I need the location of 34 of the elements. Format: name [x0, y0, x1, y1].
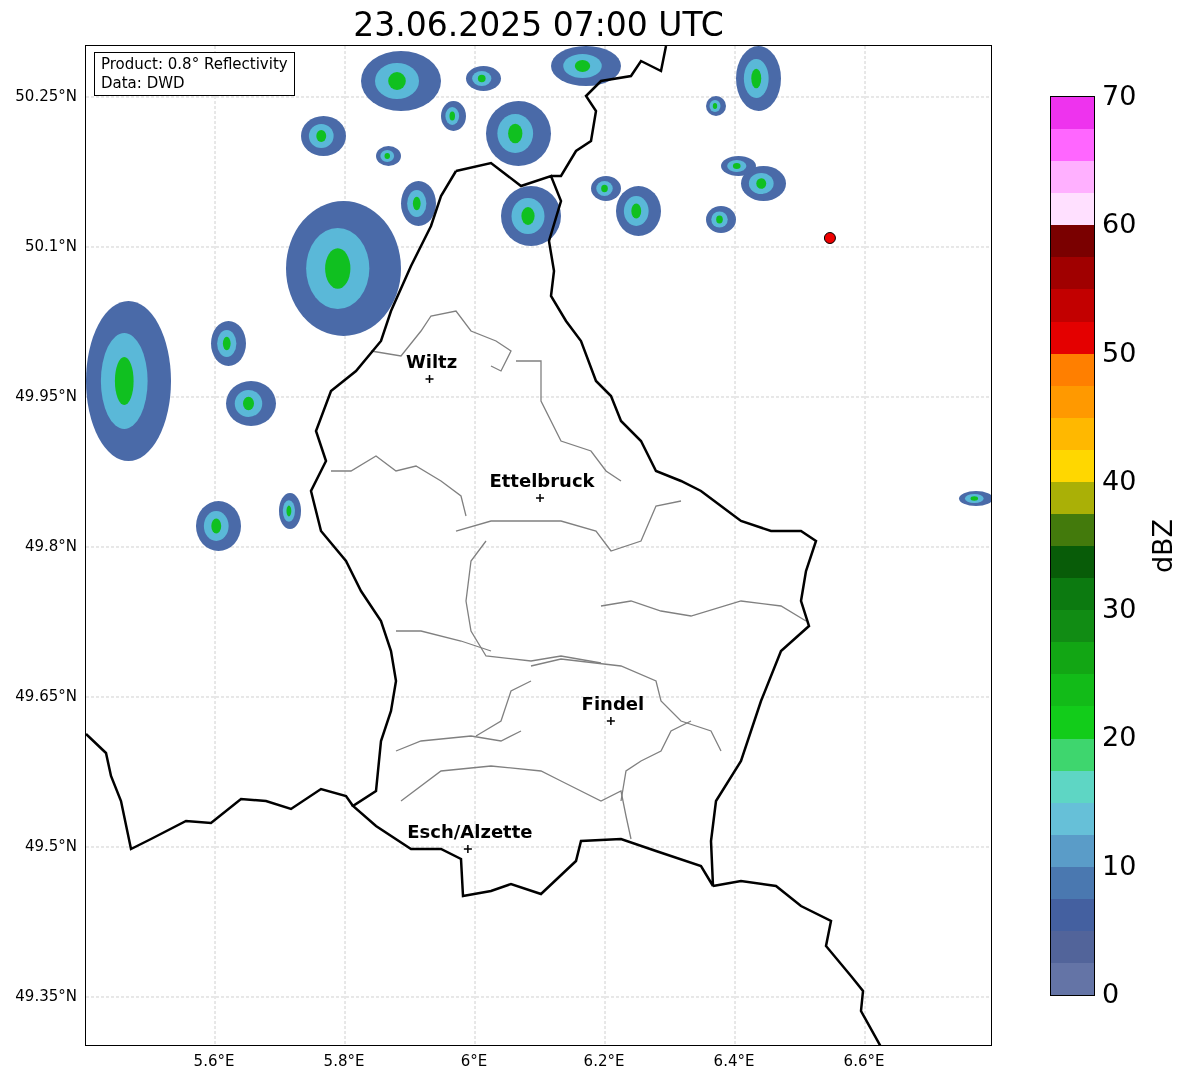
colorbar-tick-label: 40 [1102, 465, 1137, 496]
longitude-label: 5.8°E [323, 1052, 365, 1070]
colorbar-tick-label: 70 [1102, 81, 1137, 111]
latitude-label: 49.35°N [15, 987, 77, 1005]
city-label: Findel [581, 694, 645, 714]
latitude-label: 49.5°N [24, 837, 77, 855]
city-label: Esch/Alzette [407, 822, 533, 842]
colorbar-tick-label: 60 [1102, 209, 1137, 240]
chart-title: 23.06.2025 07:00 UTC [353, 5, 724, 45]
longitude-label: 6.2°E [583, 1052, 625, 1070]
longitude-label: 5.6°E [193, 1052, 235, 1070]
city-label: Wiltz [405, 352, 458, 372]
colorbar-axis-label: dBZ [1148, 518, 1178, 574]
latitude-label: 50.25°N [15, 87, 77, 105]
colorbar-tick-label: 50 [1102, 337, 1137, 368]
latitude-label: 49.65°N [15, 687, 77, 705]
city-marker-icon [606, 716, 616, 726]
info-text: Data: DWD [101, 74, 186, 93]
longitude-label: 6.6°E [843, 1052, 885, 1070]
colorbar-tick-label: 30 [1102, 594, 1137, 625]
colorbar-tick-label: 10 [1102, 850, 1137, 881]
city-marker-icon [535, 493, 545, 503]
city-marker-icon [463, 844, 473, 854]
location-dot-icon [823, 232, 836, 244]
latitude-label: 49.8°N [24, 537, 77, 555]
colorbar-tick-label: 0 [1102, 979, 1120, 1009]
city-marker-icon [424, 374, 435, 384]
longitude-label: 6.4°E [713, 1052, 755, 1070]
longitude-label: 6°E [460, 1052, 488, 1070]
latitude-label: 50.1°N [24, 237, 77, 255]
info-text: Product: 0.8° Reflectivity [101, 55, 288, 74]
city-label: Ettelbruck [489, 471, 595, 491]
colorbar-tick-label: 20 [1102, 722, 1137, 753]
latitude-label: 49.95°N [15, 387, 77, 405]
